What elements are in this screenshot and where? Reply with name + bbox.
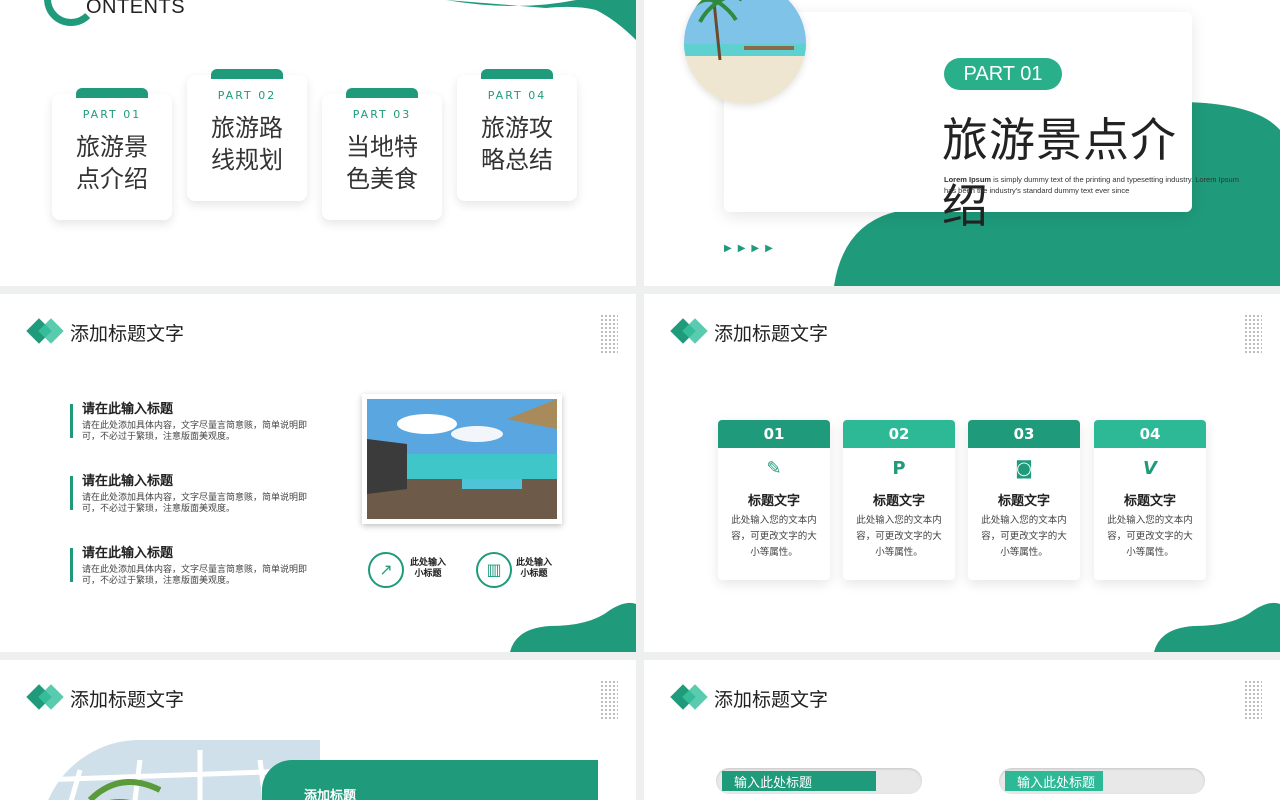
slide-progress-bars[interactable]: 添加标题文字 输入此处标题 输入此处标题	[644, 660, 1280, 800]
slide-list-photo[interactable]: 添加标题文字 请在此输入标题 请在此处添加具体内容，文字尽量言简意赅，简单说明即…	[0, 294, 636, 652]
card-title: 标题文字	[872, 494, 925, 509]
bar-chart-icon: ▥	[476, 552, 512, 588]
item-body: 请在此处添加具体内容，文字尽量言简意赅，简单说明即可，不必过于繁琐，注意版面美观…	[82, 421, 308, 442]
feature-card-2[interactable]: 02 P 标题文字 此处输入您的文本内容，可更改文字的大小等属性。	[843, 420, 955, 580]
section-title: 添加标题文字	[70, 323, 185, 345]
card-desc: 此处输入您的文本内容，可更改文字的大小等属性。	[1107, 515, 1193, 558]
icon-label-line2: 小标题	[520, 569, 548, 579]
section-title: 添加标题文字	[70, 689, 185, 711]
card-title: 标题文字	[1123, 494, 1176, 509]
accent-bar	[70, 548, 73, 582]
card-part: PART 01	[82, 108, 142, 121]
card-name: 旅游路线规划	[211, 114, 283, 174]
dot-pattern	[600, 314, 618, 354]
dot-pattern	[1244, 680, 1262, 720]
contents-title: ONTENTS	[86, 0, 186, 18]
card-title: 标题文字	[997, 494, 1050, 509]
card-name: 旅游景点介绍	[76, 133, 148, 193]
card-name: 旅游攻略总结	[481, 114, 553, 174]
icon-label: 此处输入 小标题	[410, 558, 446, 580]
card-number: 02	[843, 420, 955, 448]
icon-label-line1: 此处输入	[516, 558, 553, 568]
icon-label: 此处输入 小标题	[516, 558, 552, 580]
lorem-bold: Lorem Ipsum	[944, 175, 992, 184]
decor-blob-bottom-right	[1154, 602, 1280, 652]
card-tab	[346, 88, 418, 98]
card-desc: 此处输入您的文本内容，可更改文字的大小等属性。	[856, 515, 942, 558]
feature-card-4[interactable]: 04 V 标题文字 此处输入您的文本内容，可更改文字的大小等属性。	[1094, 420, 1206, 580]
contents-card-4[interactable]: PART 04 旅游攻略总结	[457, 69, 577, 201]
trend-chart-icon: ↗	[368, 552, 404, 588]
instagram-icon: ◙	[1015, 458, 1033, 479]
decor-blob-top-right	[446, 0, 636, 40]
card-tab	[481, 69, 553, 79]
item-body: 请在此处添加具体内容，文字尽量言简意赅，简单说明即可，不必过于繁琐，注意版面美观…	[82, 493, 308, 514]
dot-pattern	[1244, 314, 1262, 354]
feature-card-1[interactable]: 01 ✎ 标题文字 此处输入您的文本内容，可更改文字的大小等属性。	[718, 420, 830, 580]
lorem-text: Lorem Ipsum is simply dummy text of the …	[944, 174, 1244, 196]
accent-bar	[70, 404, 73, 438]
item-body: 请在此处添加具体内容，文字尽量言简意赅，简单说明即可，不必过于繁琐，注意版面美观…	[82, 565, 308, 586]
section-title: 添加标题文字	[714, 689, 829, 711]
slide-grid: ONTENTS PART 01 旅游景点介绍 PART 02 旅游路线规划 PA…	[0, 0, 1280, 800]
accent-bar	[70, 476, 73, 510]
card-tab	[211, 69, 283, 79]
slide-title: 旅游景点介绍	[942, 113, 1177, 233]
slide-contents[interactable]: ONTENTS PART 01 旅游景点介绍 PART 02 旅游路线规划 PA…	[0, 0, 636, 286]
item-heading: 请在此输入标题	[82, 474, 174, 489]
edit-icon: ✎	[766, 458, 782, 479]
feature-card-3[interactable]: 03 ◙ 标题文字 此处输入您的文本内容，可更改文字的大小等属性。	[968, 420, 1080, 580]
decor-blob-bottom-right	[510, 602, 636, 652]
card-part: PART 02	[217, 89, 277, 102]
list-item: 请在此输入标题 请在此处添加具体内容，文字尽量言简意赅，简单说明即可，不必过于繁…	[70, 470, 310, 515]
section-title: 添加标题文字	[714, 323, 829, 345]
icon-label-line1: 此处输入	[410, 558, 447, 568]
contents-card-1[interactable]: PART 01 旅游景点介绍	[52, 88, 172, 220]
card-desc: 此处输入您的文本内容，可更改文字的大小等属性。	[731, 515, 817, 558]
icon-label-line2: 小标题	[414, 569, 442, 579]
progress-label: 输入此处标题	[734, 776, 813, 791]
title-band: 添加标题	[262, 760, 598, 800]
item-heading: 请在此输入标题	[82, 402, 174, 417]
vimeo-icon: V	[1143, 458, 1157, 479]
card-number: 01	[718, 420, 830, 448]
slide-photo-band[interactable]: 添加标题文字 添加标题	[0, 660, 636, 800]
card-name: 当地特色美食	[346, 133, 418, 193]
resort-photo	[362, 394, 562, 524]
list-item: 请在此输入标题 请在此处添加具体内容，文字尽量言简意赅，简单说明即可，不必过于繁…	[70, 398, 310, 443]
resort-photo-art	[367, 399, 557, 519]
contents-card-2[interactable]: PART 02 旅游路线规划	[187, 69, 307, 201]
card-part: PART 03	[352, 108, 412, 121]
slide-part-01[interactable]: PART 01 旅游景点介绍 Lorem Ipsum is simply dum…	[644, 0, 1280, 286]
progress-bar-1: 输入此处标题	[716, 768, 922, 794]
band-title: 添加标题	[304, 789, 357, 800]
card-number: 03	[968, 420, 1080, 448]
pinterest-icon: P	[892, 458, 906, 479]
slide-four-columns[interactable]: 添加标题文字 01 ✎ 标题文字 此处输入您的文本内容，可更改文字的大小等属性。…	[644, 294, 1280, 652]
card-number: 04	[1094, 420, 1206, 448]
item-heading: 请在此输入标题	[82, 546, 174, 561]
card-desc: 此处输入您的文本内容，可更改文字的大小等属性。	[981, 515, 1067, 558]
progress-bar-2: 输入此处标题	[999, 768, 1205, 794]
arrow-markers: ▶▶▶▶	[724, 243, 779, 254]
part-pill: PART 01	[944, 58, 1062, 90]
card-title: 标题文字	[747, 494, 800, 509]
list-item: 请在此输入标题 请在此处添加具体内容，文字尽量言简意赅，简单说明即可，不必过于繁…	[70, 542, 310, 587]
dot-pattern	[600, 680, 618, 720]
card-part: PART 04	[487, 89, 547, 102]
contents-card-3[interactable]: PART 03 当地特色美食	[322, 88, 442, 220]
progress-label: 输入此处标题	[1017, 776, 1096, 791]
card-tab	[76, 88, 148, 98]
